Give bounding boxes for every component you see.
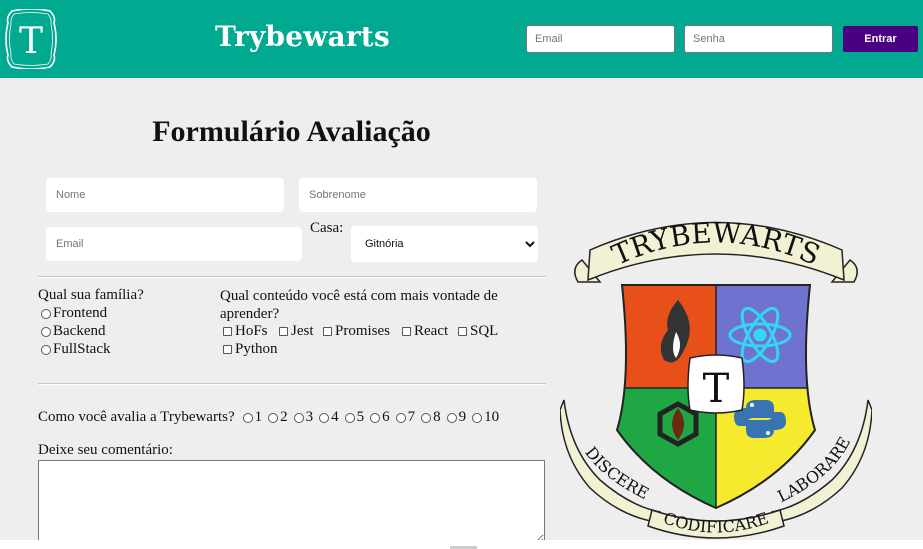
house-select[interactable]: Gitnória (351, 226, 538, 262)
radio-button[interactable] (41, 326, 51, 337)
radio-button[interactable] (268, 412, 279, 423)
logo-letter: T (19, 21, 43, 62)
checkbox[interactable] (323, 327, 332, 336)
rating-option-2[interactable]: 2 (268, 409, 288, 426)
radio-button[interactable] (242, 412, 253, 423)
checkbox[interactable] (223, 345, 232, 354)
rating-option-5[interactable]: 5 (344, 409, 364, 426)
family-option-frontend[interactable]: Frontend (41, 305, 107, 322)
login-email-input[interactable] (526, 25, 675, 53)
subject-option-jest[interactable]: Jest (279, 323, 314, 340)
subject-option-react[interactable]: React (402, 323, 448, 340)
rating-option-10[interactable]: 10 (472, 409, 499, 426)
radio-button[interactable] (41, 344, 51, 355)
form-title: Formulário Avaliação (152, 115, 431, 148)
checkbox[interactable] (279, 327, 288, 336)
rating-option-4[interactable]: 4 (319, 409, 339, 426)
divider (38, 383, 546, 385)
comment-textarea[interactable] (38, 460, 545, 544)
rating-option-6[interactable]: 6 (370, 409, 390, 426)
radio-button[interactable] (421, 412, 432, 423)
rating-option-3[interactable]: 3 (293, 409, 313, 426)
radio-button[interactable] (370, 412, 381, 423)
radio-button[interactable] (319, 412, 330, 423)
trybewarts-crest-image: TRYBEWARTS T DISCERE CODIFICARE LABORARE (560, 220, 872, 539)
lastname-input[interactable] (299, 178, 537, 212)
subject-option-promises[interactable]: Promises (323, 323, 390, 340)
subject-option-python[interactable]: Python (223, 341, 278, 358)
email-input[interactable] (46, 227, 302, 261)
subject-option-sql[interactable]: SQL (458, 323, 498, 340)
rating-option-1[interactable]: 1 (242, 409, 262, 426)
family-option-backend[interactable]: Backend (41, 323, 105, 340)
radio-button[interactable] (293, 412, 304, 423)
rating-option-9[interactable]: 9 (446, 409, 466, 426)
subjects-question: Qual conteúdo você está com mais vontade… (220, 288, 498, 322)
family-question: Qual sua família? (38, 287, 144, 303)
family-option-fullstack[interactable]: FullStack (41, 341, 111, 358)
radio-button[interactable] (344, 412, 355, 423)
radio-button[interactable] (472, 412, 483, 423)
checkbox[interactable] (402, 327, 411, 336)
site-title: Trybewarts (215, 20, 390, 53)
radio-button[interactable] (41, 308, 51, 319)
radio-button[interactable] (446, 412, 457, 423)
comment-label: Deixe seu comentário: (38, 442, 173, 458)
radio-button[interactable] (395, 412, 406, 423)
header-bar: T Trybewarts Entrar (0, 0, 923, 78)
checkbox[interactable] (458, 327, 467, 336)
rating-row: Como você avalia a Trybewarts? 1 2 3 4 5… (38, 409, 499, 426)
login-password-input[interactable] (684, 25, 833, 53)
subject-option-hofs[interactable]: HoFs (223, 323, 268, 340)
divider (38, 276, 546, 278)
rating-option-8[interactable]: 8 (421, 409, 441, 426)
house-label: Casa: (310, 220, 344, 236)
crest-center-letter: T (703, 366, 730, 412)
svg-text:TRYBEWARTS: TRYBEWARTS (607, 220, 825, 272)
center-letter-panel: T (687, 354, 745, 414)
checkbox[interactable] (223, 327, 232, 336)
crest-title: TRYBEWARTS (607, 220, 825, 272)
trybewarts-logo: T (4, 8, 58, 70)
top-banner: TRYBEWARTS (574, 220, 858, 283)
rating-option-7[interactable]: 7 (395, 409, 415, 426)
login-button[interactable]: Entrar (843, 26, 918, 52)
name-input[interactable] (46, 178, 284, 212)
rating-question: Como você avalia a Trybewarts? (38, 409, 235, 425)
